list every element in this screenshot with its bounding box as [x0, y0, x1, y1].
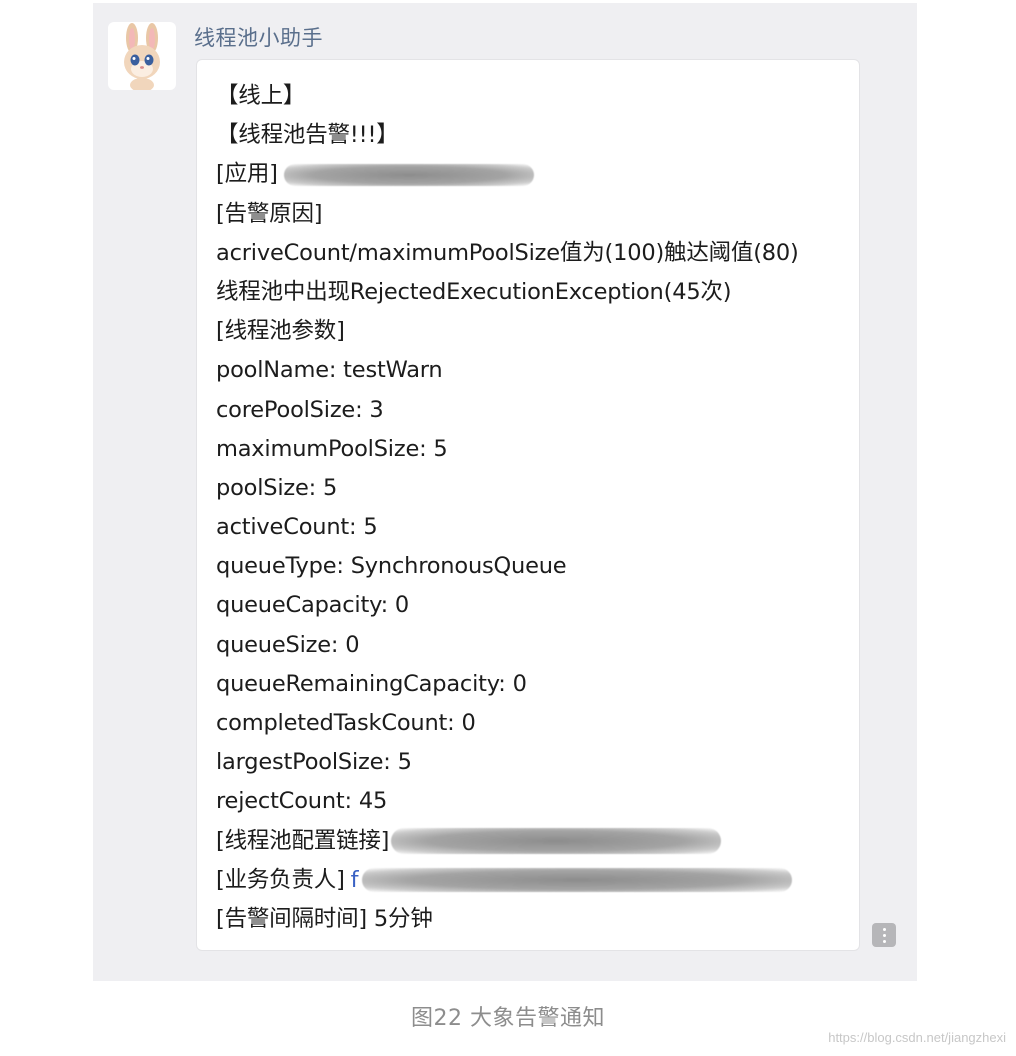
line-pool-size: poolSize: 5 [216, 469, 799, 508]
line-pool-name-text: poolName: testWarn [216, 357, 443, 384]
line-queue-remaining: queueRemainingCapacity: 0 [216, 665, 799, 704]
line-owner: [业务负责人] f [216, 861, 799, 900]
line-core-pool-size-text: corePoolSize: 3 [216, 396, 384, 423]
line-reject-count-text: rejectCount: 45 [216, 788, 388, 815]
owner-link[interactable]: f [351, 867, 359, 893]
line-completed-task-count-text: completedTaskCount: 0 [216, 710, 476, 736]
message-body: 【线上】 【线程池告警!!!】 [应用] [告警原因] acriveCount/… [216, 77, 799, 939]
watermark: https://blog.csdn.net/jiangzhexi [828, 1030, 1006, 1045]
sender-name: 线程池小助手 [194, 26, 323, 50]
more-options-button[interactable] [872, 923, 896, 947]
message-bubble[interactable]: 【线上】 【线程池告警!!!】 [应用] [告警原因] acriveCount/… [196, 59, 860, 951]
line-active-count: activeCount: 5 [216, 508, 799, 547]
line-params-header-text: [线程池参数] [216, 318, 345, 345]
line-max-pool-size: maximumPoolSize: 5 [216, 430, 799, 469]
redacted-config-link[interactable] [391, 828, 722, 855]
line-reason-header-text: [告警原因] [216, 200, 323, 227]
line-interval-text: [告警间隔时间] 5分钟 [216, 905, 433, 932]
line-queue-type: queueType: SynchronousQueue [216, 547, 799, 586]
line-queue-capacity-text: queueCapacity: 0 [216, 592, 410, 619]
rabbit-avatar-icon [124, 23, 160, 90]
sender-avatar[interactable] [108, 22, 176, 90]
line-largest-pool-size: largestPoolSize: 5 [216, 743, 799, 782]
line-queue-size: queueSize: 0 [216, 626, 799, 665]
line-reject-count: rejectCount: 45 [216, 782, 799, 821]
line-owner-label: [业务负责人] [216, 866, 345, 893]
line-app: [应用] [216, 155, 799, 194]
line-queue-capacity: queueCapacity: 0 [216, 586, 799, 625]
line-completed-task-count: completedTaskCount: 0 [216, 704, 799, 743]
line-largest-pool-size-text: largestPoolSize: 5 [216, 749, 412, 776]
line-pool-size-text: poolSize: 5 [216, 474, 338, 501]
line-env-text: 【线上】 [216, 83, 306, 109]
line-reason-header: [告警原因] [216, 195, 799, 234]
line-active-count-text: activeCount: 5 [216, 514, 378, 541]
line-queue-type-text: queueType: SynchronousQueue [216, 553, 567, 580]
line-app-label: [应用] [216, 161, 278, 188]
line-reason-rejected: 线程池中出现RejectedExecutionException(45次) [216, 273, 799, 312]
line-interval: [告警间隔时间] 5分钟 [216, 900, 799, 939]
line-env: 【线上】 [216, 77, 799, 116]
figure-caption: 图22 大象告警通知 [411, 1006, 605, 1031]
chat-panel: 线程池小助手 【线上】 【线程池告警!!!】 [应用] [告警原因] acriv… [93, 3, 917, 981]
redacted-owner-name [362, 868, 793, 893]
line-max-pool-size-text: maximumPoolSize: 5 [216, 435, 448, 462]
line-alert-title: 【线程池告警!!!】 [216, 116, 799, 155]
redacted-app-name [283, 163, 534, 186]
line-reason-threshold: acriveCount/maximumPoolSize值为(100)触达阈值(8… [216, 234, 799, 273]
more-vertical-icon [882, 927, 886, 943]
line-params-header: [线程池参数] [216, 312, 799, 351]
line-core-pool-size: corePoolSize: 3 [216, 391, 799, 430]
line-queue-size-text: queueSize: 0 [216, 631, 360, 658]
line-queue-remaining-text: queueRemainingCapacity: 0 [216, 670, 527, 697]
line-config-link-label: [线程池配置链接] [216, 827, 390, 854]
line-pool-name: poolName: testWarn [216, 351, 799, 390]
line-config-link: [线程池配置链接] [216, 822, 799, 861]
line-reason-threshold-text: acriveCount/maximumPoolSize值为(100)触达阈值(8… [216, 239, 799, 266]
line-alert-title-text: 【线程池告警!!!】 [216, 122, 399, 149]
line-reason-rejected-text: 线程池中出现RejectedExecutionException(45次) [216, 278, 732, 305]
